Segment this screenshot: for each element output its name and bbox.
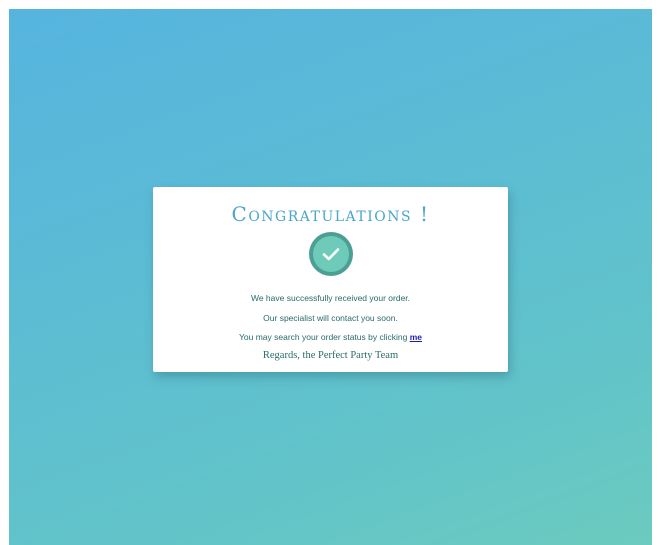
check-circle-inner — [312, 236, 349, 272]
contact-message: Our specialist will contact you soon. — [263, 313, 398, 323]
checkmark-icon — [322, 248, 339, 261]
signature: Regards, the Perfect Party Team — [262, 350, 399, 361]
check-circle-icon — [308, 232, 353, 276]
confirmation-card: Congratulations ! We have successfully r… — [153, 187, 508, 372]
order-status-prefix: You may search your order status by clic… — [238, 332, 410, 342]
page-title: Congratulations ! — [231, 202, 430, 226]
order-received-message: We have successfully received your order… — [250, 293, 411, 303]
order-status-message: You may search your order status by clic… — [153, 332, 508, 343]
page-background: Congratulations ! We have successfully r… — [9, 9, 652, 545]
order-status-link[interactable]: me — [410, 332, 422, 342]
